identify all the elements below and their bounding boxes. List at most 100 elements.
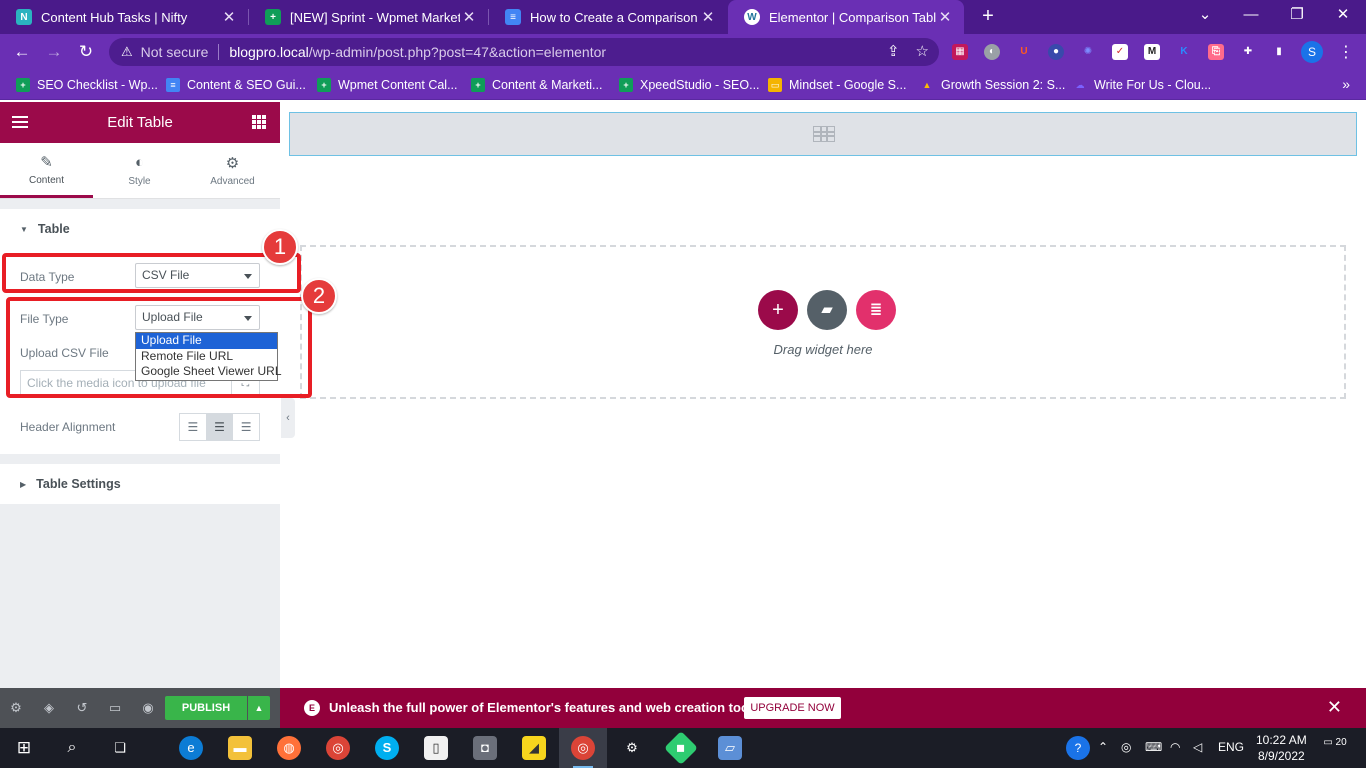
sticky-notes-icon[interactable]: ◢ [522,736,546,760]
panel-tabs: ✎ Content ◐ Style ⚙ Advanced [0,143,280,199]
extension-icon[interactable]: ▦ [952,44,968,60]
upgrade-now-button[interactable]: UPGRADE NOW [744,697,841,719]
bookmark-item[interactable]: ▲ Growth Session 2: S... [920,70,1066,100]
banner-text: Unleash the full power of Elementor's fe… [329,700,764,715]
volume-icon[interactable]: ◁ [1193,740,1202,754]
bookmark-item[interactable]: ≡ Content & SEO Gui... [166,70,306,100]
puzzle-icon[interactable]: ✚ [1240,44,1256,60]
chrome-tray-icon[interactable]: ◎ [1121,740,1131,754]
profile-avatar[interactable]: S [1301,41,1323,63]
tab-label: Content [28,174,65,186]
layers-icon[interactable]: ◈ [41,700,57,716]
browser-tab-comparison-doc[interactable]: ≡ How to Create a Comparison Tab ✕ [489,0,727,34]
side-panel-icon[interactable]: ▮ [1271,44,1287,60]
edge-icon[interactable]: e [179,736,203,760]
window-close-icon[interactable]: ✕ [1320,0,1366,34]
align-right-icon[interactable]: ☰ [233,414,259,440]
close-icon[interactable]: ✕ [1327,697,1342,718]
close-icon[interactable]: ✕ [699,8,717,26]
back-icon[interactable]: ← [10,40,34,64]
publish-button[interactable]: PUBLISH [165,696,247,720]
bookmark-item[interactable]: ☁ Write For Us - Clou... [1073,70,1212,100]
bookmark-item[interactable]: + Wpmet Content Cal... [317,70,458,100]
app-icon[interactable]: ▱ [718,736,742,760]
reload-icon[interactable]: ↻ [74,40,98,64]
option-remote-file-url[interactable]: Remote File URL [136,349,277,365]
hamburger-icon[interactable] [12,114,28,130]
bookmark-item[interactable]: + XpeedStudio - SEO... [619,70,760,100]
local-wp-icon[interactable]: ◆ [664,731,698,765]
skype-icon[interactable]: S [375,736,399,760]
help-icon[interactable]: ? [1066,736,1090,760]
bookmarks-overflow-icon[interactable]: » [1342,76,1350,92]
bookmark-item[interactable]: ▭ Mindset - Google S... [768,70,906,100]
option-google-sheet-viewer-url[interactable]: Google Sheet Viewer URL [136,364,282,380]
new-tab-icon[interactable]: + [978,5,998,28]
task-view-icon[interactable]: ❏ [108,736,132,760]
forward-icon[interactable]: → [42,40,66,64]
preview-eye-icon[interactable]: ◉ [140,700,156,716]
cloud-icon: ☁ [1075,80,1085,90]
align-center-icon[interactable]: ☰ [206,414,234,440]
chevron-up-icon[interactable]: ⌃ [1098,740,1108,754]
table-widget-placeholder[interactable] [289,112,1357,156]
language-indicator[interactable]: ENG [1218,740,1244,754]
extension-icon[interactable]: K [1176,44,1192,60]
close-icon[interactable]: ✕ [936,8,954,26]
firefox-icon[interactable]: ◍ [277,736,301,760]
bookmark-item[interactable]: + Content & Marketi... [471,70,602,100]
caret-up-icon[interactable]: ▲ [248,696,270,720]
tab-content[interactable]: ✎ Content [0,143,93,198]
close-icon[interactable]: ✕ [460,8,478,26]
browser-tab-nifty[interactable]: N Content Hub Tasks | Nifty ✕ [0,0,248,34]
pencil-icon: ✎ [40,153,53,171]
share-icon[interactable]: ⇪ [887,43,900,60]
search-icon[interactable]: ⌕ [60,736,84,760]
template-library-button[interactable]: ▰ [807,290,847,330]
input-icon[interactable]: ⌨ [1145,740,1162,754]
tab-style[interactable]: ◐ Style [93,143,186,198]
camera-icon[interactable]: ◘ [473,736,497,760]
chrome-profile-icon[interactable]: ◎ [571,736,595,760]
close-icon[interactable]: ✕ [220,8,238,26]
align-left-icon[interactable]: ☰ [180,414,207,440]
extension-icon[interactable]: ✓ [1112,44,1128,60]
warning-icon: ⚠ [121,44,133,59]
extension-icon[interactable]: M [1144,44,1160,60]
history-icon[interactable]: ↺ [74,700,90,716]
chrome-icon[interactable]: ◎ [326,736,350,760]
add-section-button[interactable]: + [758,290,798,330]
windows-start-icon[interactable]: ⊞ [12,736,36,760]
settings-gear-icon[interactable]: ⚙ [620,736,644,760]
bookmark-item[interactable]: + SEO Checklist - Wp... [16,70,158,100]
option-upload-file[interactable]: Upload File [136,333,277,349]
file-explorer-icon[interactable]: ▬ [228,736,252,760]
wifi-icon[interactable]: ◠ [1170,740,1180,754]
extension-icon[interactable]: ◐ [984,44,1000,60]
star-icon[interactable]: ☆ [916,43,929,60]
extension-icon[interactable]: U [1016,44,1032,60]
elementskit-button[interactable]: ≣ [856,290,896,330]
settings-icon[interactable]: ⚙ [8,700,24,716]
extension-icon[interactable]: ● [1048,44,1064,60]
panel-collapse-handle[interactable]: ‹ [281,398,295,438]
browser-tab-elementor[interactable]: W Elementor | Comparison Table ✕ [728,0,964,34]
restore-icon[interactable]: ❐ [1274,0,1320,34]
tab-advanced[interactable]: ⚙ Advanced [186,143,279,198]
widgets-grid-icon[interactable] [252,115,266,129]
tab-search-icon[interactable]: ⌄ [1182,0,1228,34]
browser-tab-sprint[interactable]: + [NEW] Sprint - Wpmet Marketing ✕ [249,0,488,34]
notepad-icon[interactable]: ▯ [424,736,448,760]
extension-icon[interactable]: ✺ [1080,44,1096,60]
editor-canvas: + ▰ ≣ Drag widget here ‹ [281,102,1366,688]
responsive-icon[interactable]: ▭ [107,700,123,716]
extension-icon[interactable]: ⎘ [1208,44,1224,60]
wordpress-icon: W [744,9,760,25]
table-section-header[interactable]: ▼ Table [0,209,280,249]
table-settings-header[interactable]: ▶ Table Settings [0,464,280,504]
menu-kebab-icon[interactable]: ⋮ [1338,42,1354,62]
notification-center[interactable]: ▭ 20 [1323,737,1347,759]
system-clock[interactable]: 10:22 AM 8/9/2022 [1256,732,1307,764]
address-bar[interactable]: ⚠ Not secure blogpro.local/wp-admin/post… [109,38,939,66]
minimize-icon[interactable]: — [1228,0,1274,34]
